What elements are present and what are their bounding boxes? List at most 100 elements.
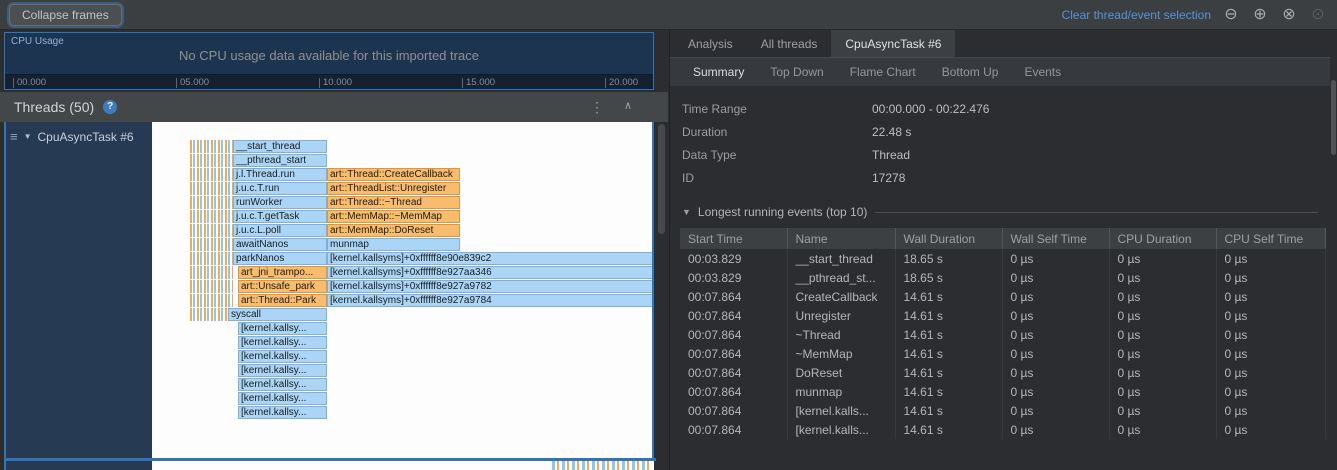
table-cell: 0 µs (1216, 344, 1325, 363)
tab-analysis[interactable]: Analysis (674, 30, 747, 57)
flame-bar[interactable]: parkNanos (233, 252, 327, 265)
flame-bar[interactable]: [kernel.kallsy... (238, 322, 327, 335)
section-rule (875, 212, 1318, 213)
table-row[interactable]: 00:07.864CreateCallback14.61 s0 µs0 µs0 … (680, 287, 1325, 306)
axis-tickmark (13, 78, 14, 88)
flame-stripe-segment[interactable] (190, 308, 233, 321)
table-row[interactable]: 00:07.864~Thread14.61 s0 µs0 µs0 µs (680, 325, 1325, 344)
table-cell: 0 µs (1216, 363, 1325, 382)
flame-bar[interactable]: [kernel.kallsy... (238, 350, 327, 363)
drag-handle-icon[interactable]: ≡ (10, 129, 18, 144)
subtab-bottom-up[interactable]: Bottom Up (929, 65, 1012, 79)
toolbar: Collapse frames Clear thread/event selec… (0, 0, 1337, 30)
scrollbar-thumb[interactable] (1331, 80, 1336, 155)
flame-bar[interactable]: j.u.c.L.poll (233, 224, 327, 237)
flame-bar[interactable]: [kernel.kallsy... (238, 392, 327, 405)
table-row[interactable]: 00:03.829__start_thread18.65 s0 µs0 µs0 … (680, 249, 1325, 268)
flame-bar[interactable]: [kernel.kallsy... (238, 406, 327, 419)
subtab-events[interactable]: Events (1011, 65, 1074, 79)
column-header[interactable]: Name (787, 228, 895, 249)
flame-bar[interactable]: [kernel.kallsy... (238, 378, 327, 391)
section-collapse-icon[interactable]: ▼ (682, 207, 691, 217)
flame-bar[interactable]: art::Thread::Park (238, 294, 327, 307)
more-options-icon[interactable]: ⋮ (590, 99, 604, 116)
flame-stripe-segment[interactable] (190, 154, 233, 167)
tab-all-threads[interactable]: All threads (747, 30, 832, 57)
flame-bar[interactable]: [kernel.kallsy... (238, 336, 327, 349)
table-cell: 00:07.864 (680, 344, 787, 363)
zoom-in-icon[interactable]: ⊕ (1251, 6, 1269, 24)
flame-stripe-segment[interactable] (190, 210, 233, 223)
flame-bar[interactable]: [kernel.kallsyms]+0xffffff8e927a9784 (327, 294, 654, 307)
column-header[interactable]: Wall Self Time (1002, 228, 1109, 249)
flame-bar[interactable]: art::Thread::CreateCallback (327, 168, 460, 181)
flame-bar[interactable]: art::MemMap::DoReset (327, 224, 460, 237)
flame-bar[interactable]: art_jni_trampo... (238, 266, 327, 279)
table-row[interactable]: 00:07.864DoReset14.61 s0 µs0 µs0 µs (680, 363, 1325, 382)
table-row[interactable]: 00:07.864munmap14.61 s0 µs0 µs0 µs (680, 382, 1325, 401)
next-thread-label-column[interactable] (4, 461, 152, 470)
flame-bar[interactable]: art::Unsafe_park (238, 280, 327, 293)
flame-bar[interactable]: __pthread_start (233, 154, 327, 167)
flame-stripe-segment[interactable] (190, 294, 233, 307)
flame-stripe-segment[interactable] (190, 196, 233, 209)
flame-bar[interactable]: art::MemMap::~MemMap (327, 210, 460, 223)
flame-stripe-segment[interactable] (190, 238, 233, 251)
column-header[interactable]: CPU Self Time (1216, 228, 1325, 249)
flame-stripe-segment[interactable] (190, 266, 233, 279)
table-row[interactable]: 00:07.864[kernel.kalls...14.61 s0 µs0 µs… (680, 420, 1325, 439)
column-header[interactable]: Start Time (680, 228, 787, 249)
flame-bar[interactable]: [kernel.kallsyms]+0xffffff8e927a9782 (327, 280, 654, 293)
flame-stripe-segment[interactable] (190, 224, 233, 237)
flame-stripe-segment[interactable] (190, 182, 233, 195)
table-row[interactable]: 00:03.829__pthread_st...18.65 s0 µs0 µs0… (680, 268, 1325, 287)
thread-label-column[interactable]: ≡ ▼ CpuAsyncTask #6 (4, 122, 152, 458)
column-header[interactable]: CPU Duration (1109, 228, 1216, 249)
next-thread-chart[interactable] (152, 461, 654, 470)
flame-bar[interactable]: runWorker (233, 196, 327, 209)
flame-bar[interactable]: __start_thread (233, 140, 327, 153)
thread-expand-icon[interactable]: ▼ (24, 132, 32, 141)
flame-bar[interactable]: [kernel.kallsyms]+0xffffff8e927aa346 (327, 266, 654, 279)
flame-bar[interactable]: j.l.Thread.run (233, 168, 327, 181)
cpu-usage-panel[interactable]: CPU Usage No CPU usage data available fo… (4, 32, 654, 90)
table-row[interactable]: 00:07.864[kernel.kalls...14.61 s0 µs0 µs… (680, 401, 1325, 420)
flame-bar[interactable]: syscall (228, 308, 327, 321)
flame-bar[interactable]: art::Thread::~Thread (327, 196, 460, 209)
flame-row: j.l.Thread.runart::Thread::CreateCallbac… (152, 168, 652, 181)
zoom-to-selection-icon[interactable]: ⊙ (1309, 6, 1327, 24)
table-row[interactable]: 00:07.864Unregister14.61 s0 µs0 µs0 µs (680, 306, 1325, 325)
zoom-out-icon[interactable]: ⊖ (1222, 6, 1240, 24)
tab-cpuasynctask-6[interactable]: CpuAsyncTask #6 (831, 30, 955, 57)
events-section-title: Longest running events (top 10) (698, 205, 867, 219)
scrollbar-thumb[interactable] (658, 124, 665, 234)
flame-stripe-segment[interactable] (190, 168, 233, 181)
cpu-usage-message: No CPU usage data available for this imp… (5, 48, 653, 63)
table-cell: 00:07.864 (680, 306, 787, 325)
flame-bar[interactable]: art::ThreadList::Unregister (327, 182, 460, 195)
clear-selection-link[interactable]: Clear thread/event selection (1062, 8, 1211, 22)
flame-chart[interactable]: __start_thread__pthread_startj.l.Thread.… (152, 122, 654, 458)
column-header[interactable]: Wall Duration (895, 228, 1002, 249)
table-row[interactable]: 00:07.864~MemMap14.61 s0 µs0 µs0 µs (680, 344, 1325, 363)
collapse-section-icon[interactable]: ∧ (624, 99, 632, 116)
help-icon[interactable]: ? (103, 100, 117, 114)
threads-vertical-scrollbar[interactable] (657, 122, 666, 458)
table-cell: 00:03.829 (680, 249, 787, 268)
reset-zoom-icon[interactable]: ⊗ (1280, 6, 1298, 24)
table-cell: 0 µs (1002, 382, 1109, 401)
flame-bar[interactable]: j.u.c.T.run (233, 182, 327, 195)
flame-bar[interactable]: [kernel.kallsyms]+0xffffff8e90e839c2 (327, 252, 654, 265)
flame-stripe-segment[interactable] (190, 140, 233, 153)
window-vertical-scrollbar[interactable] (1330, 30, 1337, 470)
flame-bar[interactable]: j.u.c.T.getTask (233, 210, 327, 223)
flame-stripe-segment[interactable] (190, 252, 233, 265)
flame-bar[interactable]: awaitNanos (233, 238, 327, 251)
subtab-flame-chart[interactable]: Flame Chart (837, 65, 929, 79)
collapse-frames-button[interactable]: Collapse frames (9, 4, 122, 26)
subtab-summary[interactable]: Summary (680, 65, 757, 79)
flame-stripe-segment[interactable] (190, 280, 233, 293)
subtab-top-down[interactable]: Top Down (757, 65, 836, 79)
flame-bar[interactable]: munmap (327, 238, 460, 251)
flame-bar[interactable]: [kernel.kallsy... (238, 364, 327, 377)
